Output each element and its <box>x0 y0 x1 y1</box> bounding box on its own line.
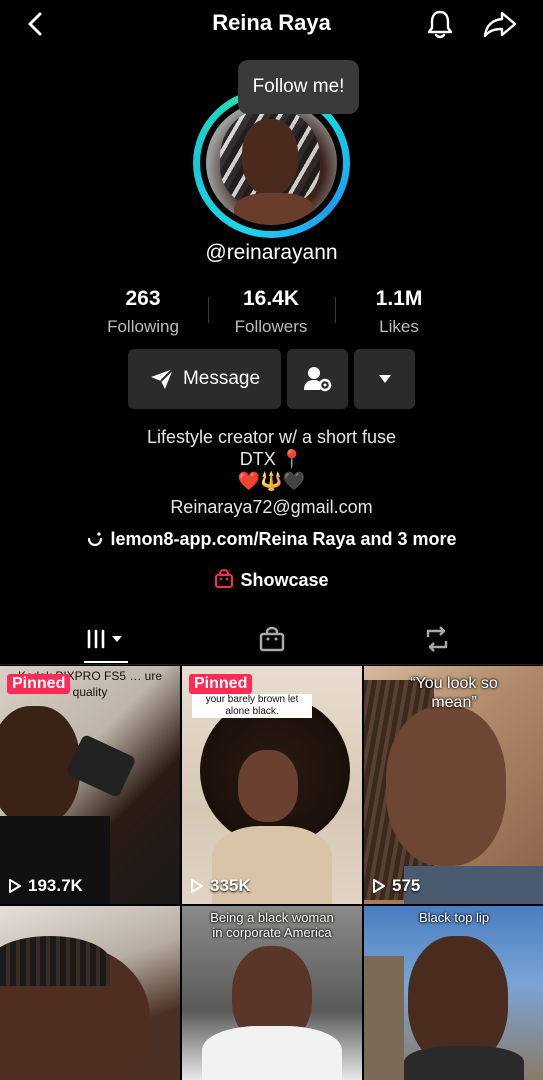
bio-link[interactable]: lemon8-app.com/Reina Raya and 3 more <box>0 529 543 550</box>
message-button[interactable]: Message <box>128 349 281 409</box>
followers-label: Followers <box>234 317 308 336</box>
divider <box>335 297 336 323</box>
view-count: 193.7K <box>8 876 83 896</box>
bell-icon[interactable] <box>424 8 456 40</box>
share-icon[interactable] <box>482 8 518 40</box>
username: @reinarayann <box>205 241 338 264</box>
profile-title: Reina Raya <box>212 10 331 35</box>
tab-reposts[interactable] <box>346 615 527 663</box>
play-icon <box>373 879 385 893</box>
top-bar: Reina Raya <box>0 0 543 48</box>
following-count: 263 <box>125 287 161 310</box>
pinned-badge: Pinned <box>189 674 253 694</box>
video-grid: Kodak PIXPRO FS5 … ure quality Pinned 19… <box>0 666 543 1080</box>
view-count: 575 <box>372 876 420 896</box>
video-thumbnail[interactable]: Being a black woman in corporate America <box>182 906 362 1080</box>
tab-videos[interactable] <box>16 615 197 663</box>
play-icon <box>9 879 21 893</box>
divider <box>208 297 209 323</box>
bio-link-text: lemon8-app.com/Reina Raya and 3 more <box>110 529 457 549</box>
bio: Lifestyle creator w/ a short fuse DTX 📍 … <box>0 426 543 518</box>
stat-likes[interactable]: 1.1M Likes <box>339 287 459 337</box>
video-thumbnail[interactable]: Kodak PIXPRO FS5 … ure quality Pinned 19… <box>0 666 180 904</box>
user-settings-icon <box>303 367 331 392</box>
grid-icon <box>87 629 122 649</box>
video-thumbnail[interactable]: your barely brown let alone black. Pinne… <box>182 666 362 904</box>
more-dropdown-button[interactable] <box>354 349 415 409</box>
video-caption: “You look so mean” <box>410 675 498 711</box>
tab-shop[interactable] <box>181 615 362 663</box>
message-label: Message <box>182 368 261 389</box>
bio-email: Reinaraya72@gmail.com <box>170 497 373 517</box>
stat-followers[interactable]: 16.4K Followers <box>211 287 331 337</box>
repost-icon <box>426 626 447 652</box>
content-tabs <box>0 615 543 665</box>
stat-following[interactable]: 263 Following <box>83 287 203 337</box>
likes-count: 1.1M <box>375 287 423 310</box>
shopping-bag-icon <box>259 626 284 652</box>
video-caption: Black top lip <box>418 910 490 925</box>
following-label: Following <box>107 317 179 336</box>
smile-link-icon <box>88 532 103 547</box>
shopping-bag-icon <box>215 569 234 588</box>
video-thumbnail[interactable]: Black top lip <box>364 906 543 1080</box>
bio-line-2: DTX 📍 <box>239 449 304 469</box>
likes-label: Likes <box>379 317 419 336</box>
stats-row: 263 Following 16.4K Followers 1.1M Likes <box>0 287 543 341</box>
showcase-link[interactable]: Showcase <box>0 569 543 591</box>
bio-line-1: Lifestyle creator w/ a short fuse <box>146 427 397 447</box>
video-caption: your barely brown let alone black. <box>192 694 312 718</box>
send-icon <box>150 368 174 389</box>
pinned-badge: Pinned <box>7 674 71 694</box>
video-caption: Being a black woman in corporate America <box>210 910 334 940</box>
active-tab-indicator <box>84 661 128 663</box>
follow-tooltip[interactable]: Follow me! <box>238 60 359 114</box>
play-icon <box>191 879 203 893</box>
followers-count: 16.4K <box>242 287 300 310</box>
video-thumbnail[interactable]: “You look so mean” 575 <box>364 666 543 904</box>
add-friend-button[interactable] <box>287 349 348 409</box>
video-thumbnail[interactable] <box>0 906 180 1080</box>
profile-photo <box>206 101 337 225</box>
caret-down-icon <box>378 375 391 383</box>
bio-line-3: ❤️🔱🖤 <box>237 471 306 491</box>
showcase-label: Showcase <box>240 570 329 590</box>
action-buttons: Message <box>0 349 543 409</box>
view-count: 335K <box>190 876 251 896</box>
